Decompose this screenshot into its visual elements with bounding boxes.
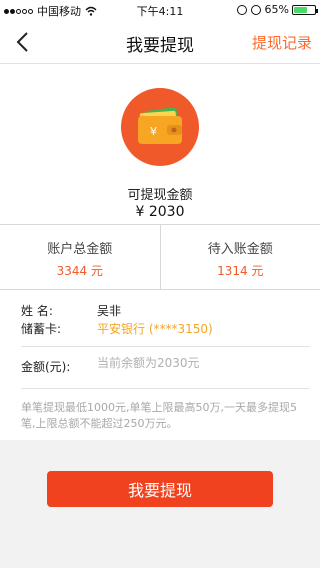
battery-percent: 65% xyxy=(264,3,289,16)
status-right: 65% xyxy=(236,3,318,16)
card-row: 储蓄卡: 平安银行 (****3150) xyxy=(21,320,213,337)
pending-balance-stat: 待入账金额 1314 元 xyxy=(159,225,320,289)
stat-value: 3344 元 xyxy=(56,264,103,278)
svg-text:¥: ¥ xyxy=(150,125,157,138)
amount-row: 金额(元): xyxy=(21,356,311,375)
name-label: 姓 名: xyxy=(21,304,53,318)
balance-summary: ¥ 可提现金额 ¥ 2030 xyxy=(0,64,320,224)
alarm-icon xyxy=(250,4,261,15)
stat-value: 1314 元 xyxy=(217,264,264,278)
bank-card-value: 平安银行 (****3150) xyxy=(97,322,213,336)
withdraw-history-link[interactable]: 提现记录 xyxy=(252,32,312,53)
stats-panel: 账户总金额 3344 元 待入账金额 1314 元 xyxy=(0,224,320,290)
name-row: 姓 名: 吴非 xyxy=(21,302,121,319)
wallet-badge: ¥ xyxy=(121,88,199,166)
available-amount: ¥ 2030 xyxy=(135,204,185,220)
card-label: 储蓄卡: xyxy=(21,322,62,336)
amount-label: 金额(元): xyxy=(21,360,71,374)
amount-input[interactable] xyxy=(97,356,297,370)
withdraw-rules-note: 单笔提现最低1000元,单笔上限最高50万,一天最多提现5笔,上限总额不能超过2… xyxy=(21,401,297,430)
available-label: 可提现金额 xyxy=(127,188,193,203)
divider xyxy=(21,346,310,347)
wallet-icon: ¥ xyxy=(138,108,182,144)
withdraw-submit-button[interactable]: 我要提现 xyxy=(47,471,273,507)
battery-fill xyxy=(294,6,307,13)
divider xyxy=(21,388,310,389)
rotation-lock-icon xyxy=(236,4,247,15)
name-value: 吴非 xyxy=(97,304,122,318)
stat-label: 待入账金额 xyxy=(207,242,273,257)
stat-label: 账户总金额 xyxy=(47,242,113,257)
withdraw-form: 姓 名: 吴非 储蓄卡: 平安银行 (****3150) 金额(元): 单笔提现最低… xyxy=(0,290,320,440)
status-bar: 中国移动 下午4:11 65% xyxy=(0,0,320,20)
nav-bar: 我要提现 提现记录 xyxy=(0,20,320,64)
battery-icon xyxy=(292,4,318,15)
total-balance-stat: 账户总金额 3344 元 xyxy=(0,225,160,289)
